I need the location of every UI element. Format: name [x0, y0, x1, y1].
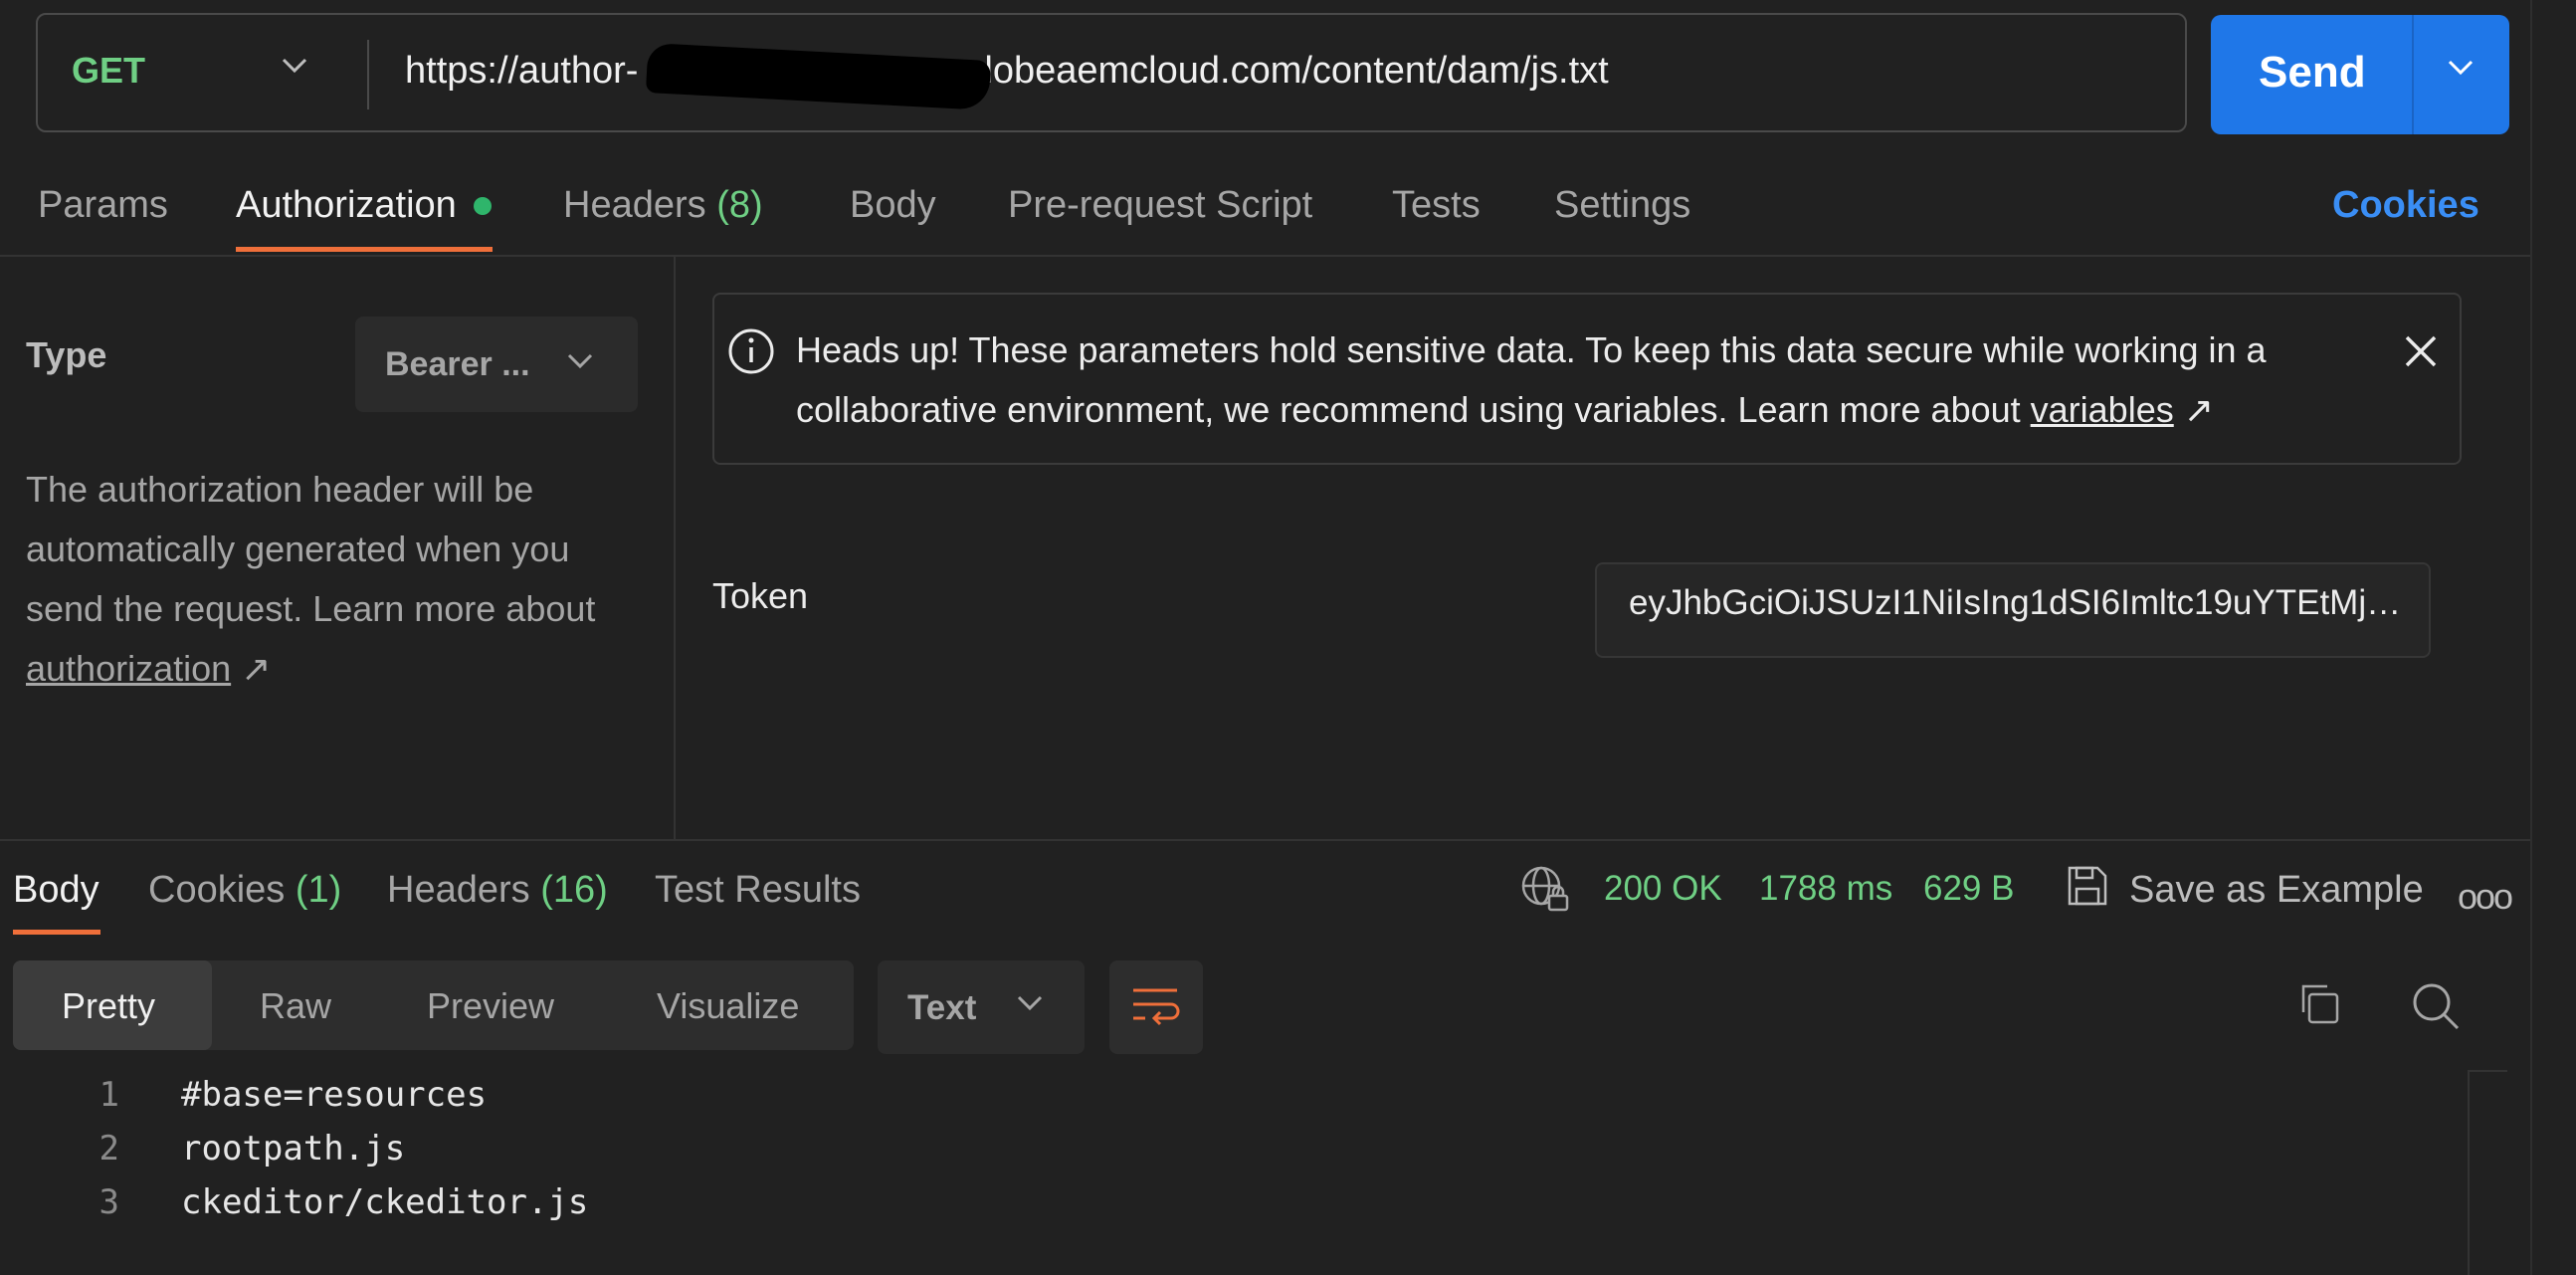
view-preview[interactable]: Preview: [427, 985, 554, 1027]
auth-type-value: Bearer ...: [385, 345, 530, 383]
globe-lock-icon[interactable]: [1519, 864, 1571, 916]
more-icon[interactable]: ooo: [2458, 876, 2513, 918]
chevron-down-icon: [1017, 995, 1043, 1011]
url-prefix: https://author-: [405, 50, 639, 92]
info-icon: [728, 328, 774, 374]
line-number: 1: [99, 1075, 119, 1115]
variables-link[interactable]: variables: [2031, 389, 2174, 430]
response-tab-test-results[interactable]: Test Results: [655, 869, 861, 912]
authorization-link[interactable]: authorization: [26, 648, 231, 689]
divider: [0, 255, 2532, 257]
code-line[interactable]: #base=resources: [181, 1075, 487, 1115]
active-tab-indicator: [13, 930, 100, 935]
view-raw[interactable]: Raw: [260, 985, 331, 1027]
auth-description-text: The authorization header will be automat…: [26, 469, 596, 629]
token-label: Token: [712, 575, 809, 616]
divider[interactable]: [0, 839, 2532, 841]
tab-headers[interactable]: Headers (8): [563, 184, 763, 227]
response-time[interactable]: 1788 ms: [1759, 869, 1892, 909]
modified-dot: [474, 197, 492, 215]
response-tab-cookies[interactable]: Cookies (1): [148, 869, 341, 912]
view-pretty[interactable]: Pretty: [62, 985, 155, 1027]
status-code[interactable]: 200 OK: [1604, 869, 1722, 909]
chevron-down-icon: [567, 353, 593, 369]
external-link-icon: ↗: [2183, 389, 2214, 430]
code-line[interactable]: ckeditor/ckeditor.js: [181, 1182, 588, 1222]
response-size[interactable]: 629 B: [1923, 869, 2014, 909]
tab-tests[interactable]: Tests: [1392, 184, 1481, 227]
auth-description: The authorization header will be automat…: [26, 460, 643, 699]
cookies-link[interactable]: Cookies: [2332, 184, 2479, 227]
response-tab-headers[interactable]: Headers (16): [387, 869, 608, 912]
save-as-example-button[interactable]: Save as Example: [2129, 869, 2424, 912]
scrollbar[interactable]: [2468, 1070, 2507, 1275]
close-icon[interactable]: [2403, 333, 2439, 369]
code-line[interactable]: rootpath.js: [181, 1129, 405, 1169]
url-input[interactable]: https://author- ..adobeaemcloud.com/conte…: [405, 50, 1609, 93]
divider: [2530, 0, 2532, 1275]
tab-headers-label: Headers: [563, 184, 706, 226]
chevron-down-icon[interactable]: [2448, 60, 2474, 76]
active-tab-indicator: [236, 247, 493, 252]
copy-icon[interactable]: [2295, 980, 2343, 1028]
type-label: Type: [26, 334, 107, 375]
cookies-count: (1): [295, 869, 342, 911]
tab-prerequest-script[interactable]: Pre-request Script: [1008, 184, 1312, 227]
headers-tab-label: Headers: [387, 869, 530, 911]
divider: [367, 40, 369, 109]
chevron-down-icon[interactable]: [282, 58, 307, 74]
response-tab-body[interactable]: Body: [13, 869, 99, 912]
tab-settings[interactable]: Settings: [1554, 184, 1690, 227]
line-number: 2: [99, 1129, 119, 1169]
response-headers-count: (16): [540, 869, 608, 911]
method-select[interactable]: GET: [72, 50, 145, 92]
wrap-lines-icon: [1133, 988, 1180, 1026]
url-suffix: ..adobeaemcloud.com/content/dam/js.txt: [929, 50, 1609, 92]
cookies-tab-label: Cookies: [148, 869, 286, 911]
headers-count: (8): [716, 184, 763, 226]
format-value: Text: [907, 988, 977, 1027]
token-value: eyJhbGciOiJSUzI1NiIsIng1dSI6Imltc19uYTEt…: [1629, 583, 2405, 622]
external-link-icon: ↗: [241, 648, 272, 689]
send-label: Send: [2259, 48, 2366, 97]
divider: [2412, 15, 2414, 134]
alert-message: Heads up! These parameters hold sensitiv…: [796, 320, 2398, 440]
panel-divider[interactable]: [674, 257, 676, 839]
view-visualize[interactable]: Visualize: [657, 985, 799, 1027]
tab-authorization[interactable]: Authorization: [236, 184, 457, 227]
save-icon[interactable]: [2065, 863, 2110, 909]
tab-body[interactable]: Body: [850, 184, 936, 227]
search-icon[interactable]: [2410, 980, 2462, 1032]
tab-params[interactable]: Params: [38, 184, 168, 227]
line-number: 3: [99, 1182, 119, 1222]
